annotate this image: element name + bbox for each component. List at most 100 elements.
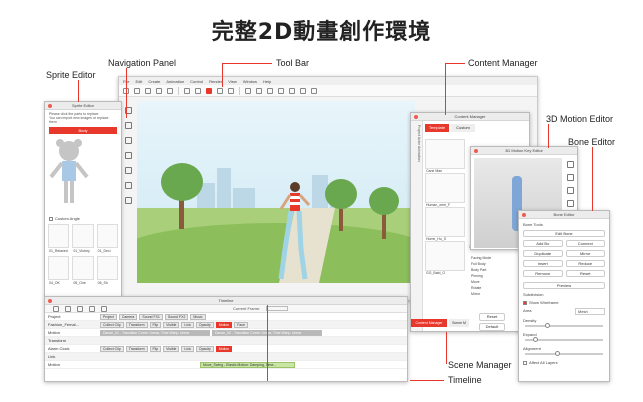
timeline-clip[interactable]: Face	[234, 321, 249, 328]
sprite-item[interactable]: 01_Victory	[72, 224, 94, 253]
timeline-clip[interactable]: Transform	[125, 321, 148, 328]
alignment-slider[interactable]	[525, 351, 603, 356]
timeline-clip[interactable]: Move_Swing - Elastic Motion: Damping, Ti…	[200, 361, 295, 368]
sprite-item[interactable]: 04_OK	[48, 256, 70, 285]
nav-eye-icon[interactable]	[124, 182, 132, 189]
tab-scene-manager[interactable]: Scene M	[449, 319, 469, 327]
tab-content-manager[interactable]: Content Manager	[411, 319, 447, 327]
add-bone-button[interactable]: Add Bo	[523, 240, 563, 247]
sprite-item[interactable]: 05_One	[72, 256, 94, 285]
reset-button[interactable]: Reset	[565, 270, 605, 277]
table-row[interactable]: Alarm Clock Collect Clip Transform Flip Visi…	[45, 345, 407, 353]
duplicate-button[interactable]: Duplicate	[523, 250, 563, 257]
mirror-button[interactable]: Mirror	[565, 250, 605, 257]
checkbox[interactable]	[523, 300, 527, 305]
prev-frame-icon[interactable]	[77, 305, 83, 312]
list-item[interactable]: Cane Man	[425, 139, 465, 173]
slider-knob[interactable]	[545, 323, 550, 328]
close-icon[interactable]	[48, 299, 52, 303]
connect-button[interactable]: Connect	[565, 240, 605, 247]
menu-edit[interactable]: Edit	[135, 79, 142, 84]
scale-icon[interactable]	[278, 87, 284, 94]
density-slider[interactable]	[525, 323, 603, 328]
option-mirror[interactable]: Mirror	[471, 291, 491, 297]
slider-knob[interactable]	[555, 351, 560, 356]
save-icon[interactable]	[145, 87, 151, 94]
nav-move-icon[interactable]	[124, 122, 132, 129]
nav-hand-icon[interactable]	[124, 197, 132, 204]
timeline-clip[interactable]: Flip	[149, 321, 162, 328]
preview-button[interactable]: Preview	[523, 282, 605, 289]
camera-icon[interactable]	[289, 87, 295, 94]
list-item[interactable]: GG_Bald_O	[425, 241, 465, 275]
menu-animation[interactable]: Animation	[166, 79, 184, 84]
rotate-icon[interactable]	[267, 87, 273, 94]
select-icon[interactable]	[245, 87, 251, 94]
sprite-preview[interactable]	[45, 139, 93, 209]
checkbox[interactable]	[523, 360, 527, 365]
loop-icon[interactable]	[101, 305, 107, 312]
timeline-clip[interactable]: Project	[100, 313, 117, 320]
default-button[interactable]: Default	[479, 323, 505, 331]
stage-canvas[interactable]	[137, 101, 415, 283]
current-frame-input[interactable]	[266, 306, 289, 311]
timeline-clip[interactable]: Camera	[118, 313, 138, 320]
affect-all-row[interactable]: Affect All Layers	[519, 357, 609, 365]
remove-button[interactable]: Remove	[523, 270, 563, 277]
timeline-clip[interactable]: Motion	[215, 345, 233, 352]
close-icon[interactable]	[414, 115, 418, 119]
sprite-item[interactable]: 06_Sh	[96, 256, 118, 285]
list-item[interactable]: Home_Hu_S	[425, 207, 465, 241]
nav-rotate-icon[interactable]	[124, 137, 132, 144]
playhead[interactable]	[267, 305, 268, 381]
close-icon[interactable]	[474, 149, 478, 153]
stop-icon[interactable]	[65, 305, 71, 312]
timeline-clip[interactable]: Collect Clip	[100, 321, 124, 328]
tab-custom[interactable]: Custom	[451, 124, 475, 132]
timeline-clip[interactable]: Motion	[215, 321, 233, 328]
timeline-clip[interactable]: Visible	[163, 345, 180, 352]
close-icon[interactable]	[522, 213, 526, 217]
menu-view[interactable]: View	[228, 79, 237, 84]
body-button[interactable]: Body	[49, 127, 117, 134]
motion-rotate-icon[interactable]	[567, 161, 574, 168]
timeline-clip[interactable]: Dance_01 - Transition Curve: Linear, Tim…	[100, 329, 210, 336]
timeline-clip[interactable]: Music	[190, 313, 206, 320]
menu-render[interactable]: Render	[209, 79, 222, 84]
menu-control[interactable]: Control	[190, 79, 203, 84]
show-wireframe-row[interactable]: Show Wireframe	[519, 297, 609, 305]
tab-animation[interactable]: Animation	[417, 146, 421, 162]
move-icon[interactable]	[256, 87, 262, 94]
insert-button[interactable]: Insert	[523, 260, 563, 267]
export-icon[interactable]	[167, 87, 173, 94]
motion-mirror-icon[interactable]	[567, 187, 574, 194]
next-frame-icon[interactable]	[89, 305, 95, 312]
timeline-clip[interactable]: Link	[181, 345, 194, 352]
table-row[interactable]: Motion Move_Swing - Elastic Motion: Dampi…	[45, 361, 407, 369]
sprite-item[interactable]: 01_Relaxed	[48, 224, 70, 253]
character-figure[interactable]	[275, 179, 315, 283]
open-file-icon[interactable]	[134, 87, 140, 94]
table-row[interactable]: Link	[45, 353, 407, 361]
timeline-clip[interactable]: Link	[181, 321, 194, 328]
play-icon[interactable]	[53, 305, 59, 312]
timeline-clip[interactable]: Opacity	[195, 345, 214, 352]
timeline-clip[interactable]: Transform	[125, 345, 148, 352]
motion-reset-icon[interactable]	[567, 200, 574, 207]
table-row[interactable]: Transform	[45, 337, 407, 345]
record-icon[interactable]	[206, 87, 212, 94]
home-icon[interactable]	[311, 87, 317, 94]
bone-icon[interactable]	[228, 87, 234, 94]
redo-icon[interactable]	[195, 87, 201, 94]
menu-create[interactable]: Create	[148, 79, 160, 84]
timeline-clip[interactable]: Sound FX2	[164, 313, 189, 320]
tab-template[interactable]: Template	[425, 124, 449, 132]
timeline-clip[interactable]: Collect Clip	[100, 345, 124, 352]
slider-knob[interactable]	[533, 337, 538, 342]
list-item[interactable]: Human_ome_F	[425, 173, 465, 207]
timeline-clip[interactable]: Opacity	[195, 321, 214, 328]
timeline-clip[interactable]: Sound FX1	[139, 313, 163, 320]
checkbox[interactable]	[49, 216, 53, 221]
zoom-icon[interactable]	[300, 87, 306, 94]
motion-move-icon[interactable]	[567, 174, 574, 181]
